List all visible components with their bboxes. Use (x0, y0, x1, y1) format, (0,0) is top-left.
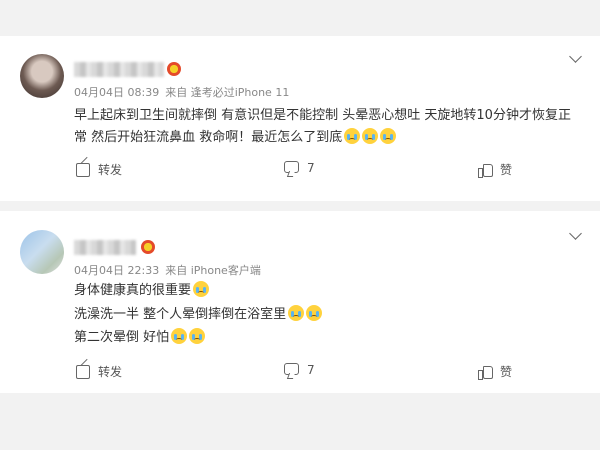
repost-icon (76, 364, 90, 379)
action-bar: 转发 7 赞 (0, 363, 600, 383)
avatar[interactable] (20, 230, 64, 274)
comment-line-with-emoji: 身体健康真的很重要 (74, 279, 584, 303)
comment-button[interactable]: 7 (284, 161, 315, 175)
comment-card: 04月04日 22:33 来自 iPhone客户端 身体健康真的很重要 洗澡洗一半… (0, 211, 600, 393)
comment-feed: 04月04日 08:39 来自 逢考必过iPhone 11 早上起床到卫生间就摔倒… (0, 0, 600, 450)
like-button[interactable]: 赞 (478, 363, 512, 380)
comment-line-with-emoji: 第二次晕倒 好怕 (74, 326, 584, 350)
comment-button[interactable]: 7 (284, 363, 315, 377)
crying-emoji-icon (362, 128, 379, 144)
comment-line: 早上起床到卫生间就摔倒 有意识但是不能控制 头晕恶心想吐 天旋地转10分钟才恢复… (74, 108, 571, 123)
comment-line-text: 身体健康真的很重要 (74, 283, 192, 298)
comment-line-with-emoji: 洗澡洗一半 整个人晕倒摔倒在浴室里 (74, 303, 584, 327)
comment-meta: 04月04日 08:39 来自 逢考必过iPhone 11 (74, 84, 289, 100)
source: 来自 逢考必过iPhone 11 (165, 86, 290, 99)
crying-emoji-icon (171, 328, 188, 344)
comment-line-text: 常 然后开始狂流鼻血 救命啊！最近怎么了到底 (74, 130, 343, 145)
thumbs-up-icon (478, 163, 493, 178)
like-label: 赞 (500, 365, 513, 379)
username-blurred[interactable] (74, 240, 136, 255)
comment-line-text: 洗澡洗一半 整个人晕倒摔倒在浴室里 (74, 306, 287, 322)
action-bar: 转发 7 赞 (0, 161, 600, 181)
crying-emoji-icon (306, 304, 323, 321)
thumbs-up-icon (478, 365, 493, 380)
chevron-down-icon[interactable] (569, 50, 582, 63)
vip-badge-icon (167, 62, 181, 76)
repost-button[interactable]: 转发 (76, 161, 122, 178)
crying-emoji-icon (189, 328, 206, 344)
repost-label: 转发 (98, 365, 123, 379)
comment-icon (284, 161, 299, 173)
repost-button[interactable]: 转发 (76, 363, 122, 380)
vip-badge-icon (141, 240, 155, 254)
comment-icon (284, 363, 299, 375)
comment-meta: 04月04日 22:33 来自 iPhone客户端 (74, 262, 261, 278)
comment-text: 身体健康真的很重要 洗澡洗一半 整个人晕倒摔倒在浴室里 第二次晕倒 好怕 (74, 279, 584, 350)
crying-emoji-icon (193, 281, 210, 297)
like-label: 赞 (500, 163, 513, 177)
repost-icon (76, 162, 90, 177)
comment-card: 04月04日 08:39 来自 逢考必过iPhone 11 早上起床到卫生间就摔倒… (0, 36, 600, 201)
crying-emoji-icon (380, 128, 397, 144)
like-button[interactable]: 赞 (478, 161, 512, 178)
timestamp: 04月04日 22:33 (74, 264, 160, 277)
comment-line-text: 第二次晕倒 好怕 (74, 330, 170, 345)
chevron-down-icon[interactable] (569, 227, 582, 240)
crying-emoji-icon (344, 128, 361, 144)
username-blurred[interactable] (74, 62, 164, 77)
comment-line-with-emoji: 常 然后开始狂流鼻血 救命啊！最近怎么了到底 (74, 127, 584, 149)
comment-count: 7 (307, 161, 315, 175)
avatar[interactable] (20, 54, 64, 98)
source: 来自 iPhone客户端 (165, 264, 261, 277)
crying-emoji-icon (288, 304, 305, 321)
comment-text: 早上起床到卫生间就摔倒 有意识但是不能控制 头晕恶心想吐 天旋地转10分钟才恢复… (74, 105, 584, 149)
comment-count: 7 (307, 363, 315, 377)
repost-label: 转发 (98, 163, 123, 177)
timestamp: 04月04日 08:39 (74, 86, 160, 99)
